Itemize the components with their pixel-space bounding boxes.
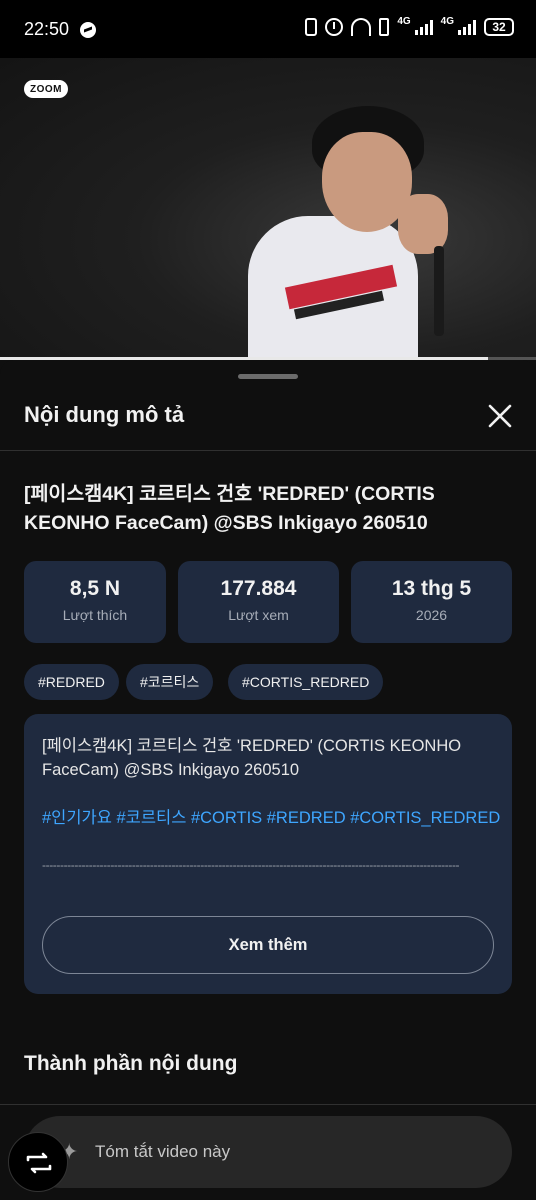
hashtag-chip[interactable]: #코르티스 [126, 664, 214, 700]
summarize-placeholder: Tóm tắt video này [95, 1142, 231, 1161]
stats-row: 8,5 N Lượt thích 177.884 Lượt xem 13 thg… [24, 561, 512, 643]
hashtag-chips: #REDRED #코르티스 #CORTIS_REDRED [24, 664, 512, 700]
section-divider [0, 1104, 536, 1105]
likes-label: Lượt thích [62, 607, 128, 623]
vibrate-icon [305, 18, 318, 36]
video-player[interactable]: ZOOM [0, 58, 536, 360]
headphone-icon [351, 18, 372, 36]
battery-saver-icon [379, 18, 390, 36]
hashtag-chip[interactable]: #REDRED [24, 664, 119, 700]
status-icons: 4G 4G 32 [305, 15, 514, 36]
description-separator: ----------------------------------------… [42, 858, 460, 872]
views-stat: 177.884 Lượt xem [178, 561, 339, 643]
network-type-1: 4G [397, 15, 411, 27]
views-count: 177.884 [220, 577, 297, 600]
drag-handle[interactable] [238, 374, 298, 379]
summarize-video-input[interactable]: ✦ Tóm tắt video này [24, 1116, 512, 1188]
messenger-icon [80, 22, 96, 38]
description-hashtags[interactable]: #인기가요 #코르티스 #CORTIS #REDRED #CORTIS_REDR… [42, 806, 502, 830]
status-bar: 22:50 4G 4G 32 [0, 0, 536, 58]
show-more-button[interactable]: Xem thêm [42, 916, 494, 974]
description-sheet: Nội dung mô tả [페이스캠4K] 코르티스 건호 'REDRED'… [0, 360, 536, 1200]
battery-icon: 32 [484, 18, 514, 36]
publish-date: 13 thg 5 [391, 577, 472, 600]
signal-icon-2 [458, 19, 476, 35]
likes-stat: 8,5 N Lượt thích [24, 561, 166, 643]
description-text: [페이스캠4K] 코르티스 건호 'REDRED' (CORTIS KEONHO… [42, 737, 462, 779]
video-title: [페이스캠4K] 코르티스 건호 'REDRED' (CORTIS KEONHO… [24, 483, 435, 534]
zoom-watermark-logo: ZOOM [24, 80, 68, 98]
views-label: Lượt xem [228, 607, 289, 623]
signal-icon-1 [414, 19, 433, 35]
rotate-button[interactable] [8, 1132, 68, 1192]
likes-count: 8,5 N [69, 577, 121, 600]
sheet-title: Nội dung mô tả [24, 402, 185, 427]
date-stat: 13 thg 5 2026 [351, 561, 512, 643]
network-type-2: 4G [440, 15, 454, 27]
close-icon[interactable] [484, 400, 516, 432]
alarm-icon [325, 18, 344, 36]
publish-year: 2026 [415, 607, 448, 623]
description-card: [페이스캠4K] 코르티스 건호 'REDRED' (CORTIS KEONHO… [24, 714, 512, 994]
content-section-title: Thành phần nội dung [24, 1052, 238, 1075]
status-time: 22:50 [24, 19, 70, 39]
hashtag-chip[interactable]: #CORTIS_REDRED [228, 664, 384, 700]
header-divider [0, 450, 536, 451]
performer-image [248, 106, 458, 360]
repeat-icon [26, 1152, 52, 1174]
